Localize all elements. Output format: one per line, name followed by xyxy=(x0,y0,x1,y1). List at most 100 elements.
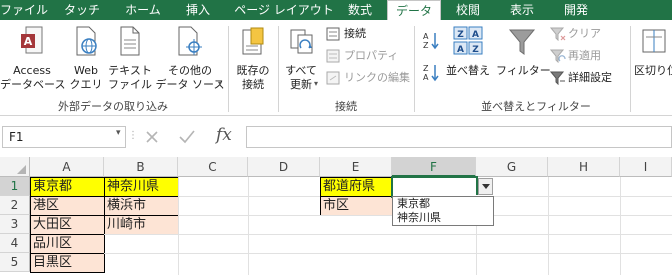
access-database-button[interactable]: A Access データベース xyxy=(0,22,66,96)
existing-label-1: 既存の xyxy=(236,64,270,77)
cell-e1[interactable]: 都道府県 xyxy=(320,177,393,197)
cancel-icon[interactable] xyxy=(144,129,160,145)
cell-b2[interactable]: 横浜市 xyxy=(104,196,179,216)
existing-connections-button[interactable]: 既存の 接続 xyxy=(230,22,276,96)
select-all-triangle-icon xyxy=(17,165,26,174)
cell-b1[interactable]: 神奈川県 xyxy=(104,177,179,197)
column-header-b[interactable]: B xyxy=(104,157,178,177)
column-header-h[interactable]: H xyxy=(548,157,620,177)
text-label-1: テキスト xyxy=(108,64,152,77)
gridline xyxy=(548,177,549,275)
column-header-a[interactable]: A xyxy=(30,157,104,177)
cell-a3[interactable]: 大田区 xyxy=(30,215,105,235)
tab-formulas[interactable]: 数式 xyxy=(338,0,382,20)
insert-function-icon[interactable]: fx xyxy=(216,125,232,145)
tab-view[interactable]: 表示 xyxy=(500,0,544,20)
column-header-i[interactable]: I xyxy=(620,157,672,177)
text-file-button[interactable]: テキスト ファイル xyxy=(106,22,154,96)
column-header-f[interactable]: F xyxy=(392,157,476,177)
tab-touch[interactable]: タッチ xyxy=(60,0,104,20)
cell-f1-active[interactable] xyxy=(391,176,478,198)
group-label-sort-filter: 並べ替えとフィルター xyxy=(481,100,591,113)
column-header-c[interactable]: C xyxy=(178,157,248,177)
gridline xyxy=(178,177,179,196)
name-box-dropdown-icon[interactable]: ▾ xyxy=(116,128,121,138)
sort-button[interactable]: Z A A Z 並べ替え xyxy=(444,22,492,96)
svg-text:A: A xyxy=(423,73,429,82)
enter-checkmark-icon[interactable] xyxy=(178,129,196,145)
tab-insert[interactable]: 挿入 xyxy=(176,0,220,20)
row-header-4[interactable]: 4 xyxy=(0,234,30,253)
tab-home[interactable]: ホーム xyxy=(118,0,168,20)
filter-button[interactable]: フィルター xyxy=(496,22,551,96)
row-header-2[interactable]: 2 xyxy=(0,196,30,215)
group-separator xyxy=(630,26,631,112)
cell-a4[interactable]: 品川区 xyxy=(30,234,105,254)
text-to-columns-icon xyxy=(642,29,666,53)
validation-dropdown-button[interactable] xyxy=(478,178,493,195)
filter-funnel-icon xyxy=(508,29,536,55)
text-to-columns-button[interactable]: 区切り位 xyxy=(632,22,672,96)
cell-b3[interactable]: 川崎市 xyxy=(104,215,179,235)
ribbon: A Access データベース Web クエリ テキスト ファイル その他の デ… xyxy=(0,20,672,116)
sort-descending-button[interactable]: Z A xyxy=(422,62,442,82)
group-separator xyxy=(278,26,279,112)
ribbon-tab-bar: ファイル タッチ ホーム 挿入 ページ レイアウト 数式 データ 校閲 表示 開… xyxy=(0,0,672,21)
formula-input[interactable] xyxy=(246,126,672,148)
cell-a1[interactable]: 東京都 xyxy=(30,177,105,197)
tab-review[interactable]: 校閲 xyxy=(446,0,490,20)
cell-a5[interactable]: 目黒区 xyxy=(30,253,105,273)
cell-a2[interactable]: 港区 xyxy=(30,196,105,216)
reapply-icon xyxy=(550,49,566,63)
svg-text:A: A xyxy=(24,35,33,48)
clear-filter-button[interactable]: クリア xyxy=(548,26,628,44)
other-label-2: データ ソース xyxy=(155,78,225,91)
tab-developer[interactable]: 開発 xyxy=(554,0,598,20)
svg-text:A: A xyxy=(457,45,464,55)
existing-label-2: 接続 xyxy=(242,78,264,91)
name-box[interactable]: F1 xyxy=(2,126,126,148)
advanced-filter-icon xyxy=(550,71,565,85)
other-sources-button[interactable]: その他の データ ソース ▾ xyxy=(154,22,226,96)
row-header-5[interactable]: 5 xyxy=(0,253,30,272)
svg-text:Z: Z xyxy=(423,64,429,73)
dropdown-option[interactable]: 神奈川県 xyxy=(397,211,441,225)
tab-page-layout[interactable]: ページ レイアウト xyxy=(232,0,336,20)
validation-dropdown-list: 東京都 神奈川県 xyxy=(392,196,494,226)
advanced-label: 詳細設定 xyxy=(568,71,612,84)
access-icon: A xyxy=(21,26,43,54)
dropdown-option[interactable]: 東京都 xyxy=(397,197,430,211)
gridline xyxy=(248,177,249,275)
cell-e2[interactable]: 市区 xyxy=(320,196,393,216)
edit-links-button[interactable]: リンクの編集 xyxy=(322,70,412,88)
properties-button[interactable]: プロパティ xyxy=(322,48,412,66)
svg-text:Z: Z xyxy=(472,45,479,55)
reapply-label: 再適用 xyxy=(568,49,601,62)
access-label-1: Access xyxy=(13,64,51,77)
gridline xyxy=(178,196,179,275)
tab-file[interactable]: ファイル xyxy=(0,0,48,20)
row-header-3[interactable]: 3 xyxy=(0,215,30,234)
reapply-button[interactable]: 再適用 xyxy=(548,48,628,66)
sort-icon: Z A A Z xyxy=(453,26,483,55)
group-separator xyxy=(414,26,415,112)
select-all-corner[interactable] xyxy=(0,157,30,177)
sort-ascending-button[interactable]: A Z xyxy=(422,30,442,50)
column-header-g[interactable]: G xyxy=(476,157,548,177)
advanced-filter-button[interactable]: 詳細設定 xyxy=(548,70,628,88)
group-label-external-data: 外部データの取り込み xyxy=(58,100,168,113)
connections-button[interactable]: 接続 xyxy=(322,26,412,44)
row-header-1[interactable]: 1 xyxy=(0,177,30,196)
text-to-columns-label: 区切り位 xyxy=(634,64,672,77)
access-label-2: データベース xyxy=(0,78,66,91)
column-header-d[interactable]: D xyxy=(248,157,320,177)
column-header-e[interactable]: E xyxy=(320,157,392,177)
gridline xyxy=(104,234,672,235)
web-query-button[interactable]: Web クエリ xyxy=(66,22,106,96)
refresh-all-button[interactable]: すべて 更新 ▾ xyxy=(280,22,322,96)
chevron-down-icon: ▾ xyxy=(218,79,223,88)
refresh-icon xyxy=(290,29,313,54)
tab-data[interactable]: データ xyxy=(387,0,441,21)
group-label-connections: 接続 xyxy=(335,100,357,113)
dropdown-arrow-icon xyxy=(482,184,490,189)
